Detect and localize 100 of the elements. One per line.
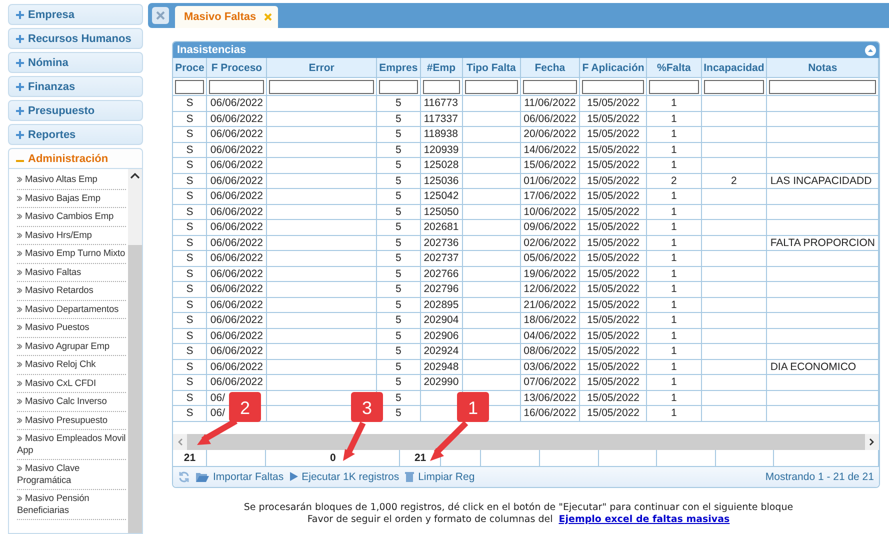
accordion-header[interactable]: Recursos Humanos (8, 28, 143, 49)
table-cell: 14/06/2022 (524, 144, 576, 156)
toolbar-button[interactable]: Ejecutar 1K registros (290, 470, 400, 482)
table-cell: 06/06/2022 (210, 360, 263, 373)
table-cell: 06/06/2022 (210, 314, 263, 326)
accordion-header[interactable]: Reportes (8, 124, 143, 145)
chevron-icon (17, 196, 22, 200)
table-cell: 202681 (424, 221, 459, 234)
table-cell: 5 (396, 128, 402, 140)
column-header[interactable]: F Proceso (206, 58, 266, 78)
column-header[interactable]: Fecha (520, 58, 580, 78)
table-cell: 1 (671, 376, 677, 388)
menu-item[interactable]: Masivo Emp Turno Mixto (17, 245, 126, 264)
chevron-icon (17, 288, 22, 293)
scrollbar[interactable] (128, 169, 142, 533)
toolbar-button[interactable]: Importar Faltas (196, 470, 284, 482)
table-cell: 2 (671, 174, 677, 187)
plus-icon (16, 10, 24, 18)
filter-field[interactable] (649, 80, 699, 94)
menu-item[interactable]: Masivo Altas Emp (17, 171, 126, 190)
table-cell: 06/06/2022 (210, 190, 263, 202)
column-header[interactable]: Incapacidad (701, 58, 767, 78)
accordion-header[interactable]: Administración (8, 148, 143, 169)
menu-item[interactable]: Masivo Reloj Chk (17, 356, 126, 374)
column-header[interactable]: Error (266, 58, 377, 78)
table-cell: 1 (671, 128, 677, 140)
pager-info: Mostrando 1 - 21 de 21 (765, 470, 874, 482)
filter-field[interactable] (422, 80, 460, 94)
menu-item[interactable]: Masivo Clave Programática (17, 460, 126, 490)
menu-item[interactable]: Masivo CxL CFDI (17, 374, 126, 393)
column-header[interactable]: F Aplicación (580, 58, 647, 78)
menu-item[interactable]: Masivo Faltas (17, 264, 126, 282)
table-cell: 12/06/2022 (524, 283, 576, 296)
menu-item[interactable]: Masivo Hrs/Emp (17, 226, 126, 245)
table-cell: 5 (396, 159, 402, 172)
tab[interactable]: Masivo Faltas (175, 6, 278, 28)
table-cell: S (186, 190, 194, 202)
column-header[interactable]: Proce (173, 58, 207, 78)
table-cell: 118938 (424, 128, 458, 140)
table-cell: 117337 (424, 112, 458, 125)
chevron-icon (17, 418, 22, 422)
accordion-header[interactable]: Nómina (8, 52, 143, 73)
menu-item[interactable]: Masivo Empleados Movil App (17, 430, 126, 460)
table-cell: 06/06/2022 (210, 144, 263, 156)
table-cell: 116773 (424, 97, 458, 110)
example-link[interactable]: Ejemplo excel de faltas masivas (558, 514, 730, 524)
table-cell: 06/06/2022 (210, 252, 263, 264)
table-cell: 03/06/2022 (524, 360, 576, 373)
toolbar-button[interactable]: Limpiar Reg (405, 470, 475, 482)
menu-item[interactable]: Masivo Pensión Beneficiarias (17, 490, 126, 520)
table-cell: 06/06/2022 (210, 298, 263, 311)
table-cell: 15/05/2022 (586, 221, 640, 234)
filter-field[interactable] (582, 80, 644, 94)
menu-item[interactable]: Masivo Agrupar Emp (17, 338, 126, 356)
menu-item[interactable]: Masivo Retardos (17, 282, 126, 300)
table-cell: 125028 (424, 159, 459, 172)
trash-icon (405, 471, 414, 482)
column-header[interactable]: Tipo Falta (462, 58, 520, 78)
plus-icon (16, 106, 24, 114)
menu-item[interactable]: Masivo Calc Inverso (17, 393, 126, 412)
table-cell: 202796 (424, 283, 459, 296)
table-cell: 15/05/2022 (586, 190, 640, 202)
table-cell: S (186, 407, 194, 420)
collapse-icon[interactable] (865, 44, 876, 56)
accordion-header[interactable]: Finanzas (8, 76, 143, 97)
filter-field[interactable] (704, 80, 764, 94)
accordion-header[interactable]: Empresa (8, 4, 143, 25)
filter-field[interactable] (268, 80, 374, 94)
table-cell: 5 (396, 252, 402, 264)
menu-item[interactable]: Masivo Departamentos (17, 300, 126, 319)
accordion-header[interactable]: Presupuesto (8, 100, 143, 121)
table-cell: 06/06/2022 (210, 236, 263, 249)
scrollbar[interactable] (173, 434, 879, 450)
menu-item[interactable]: Masivo Puestos (17, 319, 126, 338)
chevron-icon (17, 232, 22, 238)
tab-label: Masivo Faltas (184, 11, 256, 23)
table-cell: 5 (396, 314, 402, 326)
table-cell: 1 (671, 330, 677, 342)
filter-field[interactable] (464, 80, 518, 94)
table-cell: 5 (396, 298, 402, 311)
column-header[interactable]: Notas (766, 58, 878, 78)
filter-field[interactable] (209, 80, 264, 94)
column-header[interactable]: Empres (376, 58, 420, 78)
table-cell: 5 (396, 221, 402, 234)
chevron-icon (17, 466, 22, 471)
menu-item[interactable]: Masivo Presupuesto (17, 412, 126, 430)
filter-field[interactable] (522, 80, 578, 94)
column-header[interactable]: %Falta (646, 58, 702, 78)
table-cell: 5 (396, 407, 402, 420)
menu-item[interactable]: Masivo Cambios Emp (17, 208, 126, 226)
filter-field[interactable] (379, 80, 418, 94)
table-cell: 16/06/2022 (524, 407, 576, 420)
menu-item[interactable]: Masivo Bajas Emp (17, 190, 126, 208)
folder-icon (196, 472, 209, 482)
table-cell: 202737 (424, 252, 459, 264)
filter-field[interactable] (769, 80, 876, 94)
filter-field[interactable] (175, 80, 204, 94)
table-cell: 04/06/2022 (524, 330, 576, 342)
table-cell: 15/05/2022 (586, 298, 640, 311)
column-header[interactable]: #Emp (420, 58, 462, 78)
